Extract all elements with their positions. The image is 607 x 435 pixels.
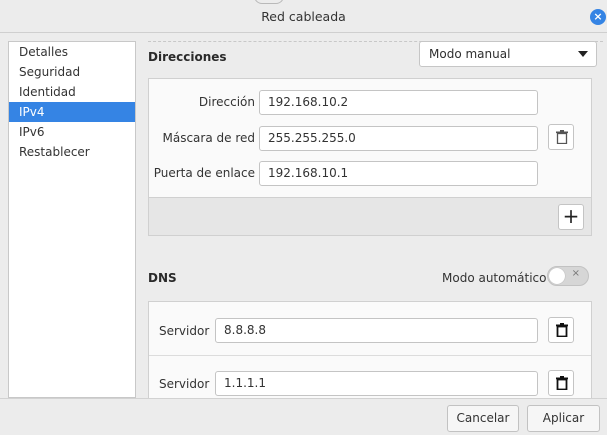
- dns-row-divider: [149, 355, 591, 356]
- chevron-down-icon: [578, 51, 588, 57]
- title-bar: Red cableada ×: [0, 0, 607, 33]
- plus-icon[interactable]: +: [558, 204, 584, 230]
- dns-server-input[interactable]: 1.1.1.1: [215, 371, 538, 396]
- addresses-title: Direcciones: [148, 50, 227, 64]
- cancel-button[interactable]: Cancelar: [447, 405, 519, 432]
- dns-server-label: Servidor: [159, 324, 210, 338]
- dns-auto-toggle[interactable]: ×: [547, 266, 589, 286]
- netmask-label: Máscara de red: [162, 131, 256, 145]
- dialog-button-bar: Cancelar Aplicar: [0, 398, 607, 435]
- main-content: Direcciones Modo manual Dirección 192.16…: [138, 34, 607, 398]
- sidebar-item-seguridad[interactable]: Seguridad: [9, 62, 135, 82]
- addressing-mode-select[interactable]: Modo manual: [419, 41, 597, 67]
- gateway-input[interactable]: 192.168.10.1: [259, 161, 538, 186]
- sidebar: Detalles Seguridad Identidad IPv4 IPv6 R…: [8, 41, 136, 398]
- apply-button[interactable]: Aplicar: [527, 405, 600, 432]
- trash-icon: [556, 376, 568, 390]
- window-title: Red cableada: [261, 9, 346, 24]
- sidebar-item-restablecer[interactable]: Restablecer: [9, 142, 135, 162]
- delete-dns-server-button[interactable]: [548, 370, 574, 396]
- dns-panel: Servidor 8.8.8.8 Servidor 1.1.1.1: [148, 301, 592, 398]
- close-icon[interactable]: ×: [590, 9, 606, 25]
- dns-server-label: Servidor: [159, 377, 210, 391]
- addresses-panel: Dirección 192.168.10.2 Máscara de red 25…: [148, 78, 592, 236]
- delete-address-button[interactable]: [548, 124, 574, 150]
- delete-dns-server-button[interactable]: [548, 317, 574, 343]
- addresses-panel-footer: +: [149, 197, 591, 235]
- address-label: Dirección: [198, 95, 255, 109]
- trash-icon: [556, 323, 568, 337]
- sidebar-item-identidad[interactable]: Identidad: [9, 82, 135, 102]
- title-notch-decoration: [254, 0, 284, 4]
- toggle-knob: [549, 268, 565, 284]
- dns-title: DNS: [148, 271, 177, 285]
- sidebar-item-ipv6[interactable]: IPv6: [9, 122, 135, 142]
- toggle-off-icon: ×: [571, 268, 580, 279]
- dns-server-input[interactable]: 8.8.8.8: [215, 318, 538, 343]
- gateway-label: Puerta de enlace: [153, 166, 255, 180]
- sidebar-item-ipv4[interactable]: IPv4: [9, 102, 135, 122]
- trash-icon: [556, 130, 568, 144]
- sidebar-item-detalles[interactable]: Detalles: [9, 42, 135, 62]
- netmask-input[interactable]: 255.255.255.0: [259, 126, 538, 151]
- address-input[interactable]: 192.168.10.2: [259, 90, 538, 115]
- dns-auto-label: Modo automático: [442, 271, 547, 285]
- addressing-mode-value: Modo manual: [429, 47, 511, 61]
